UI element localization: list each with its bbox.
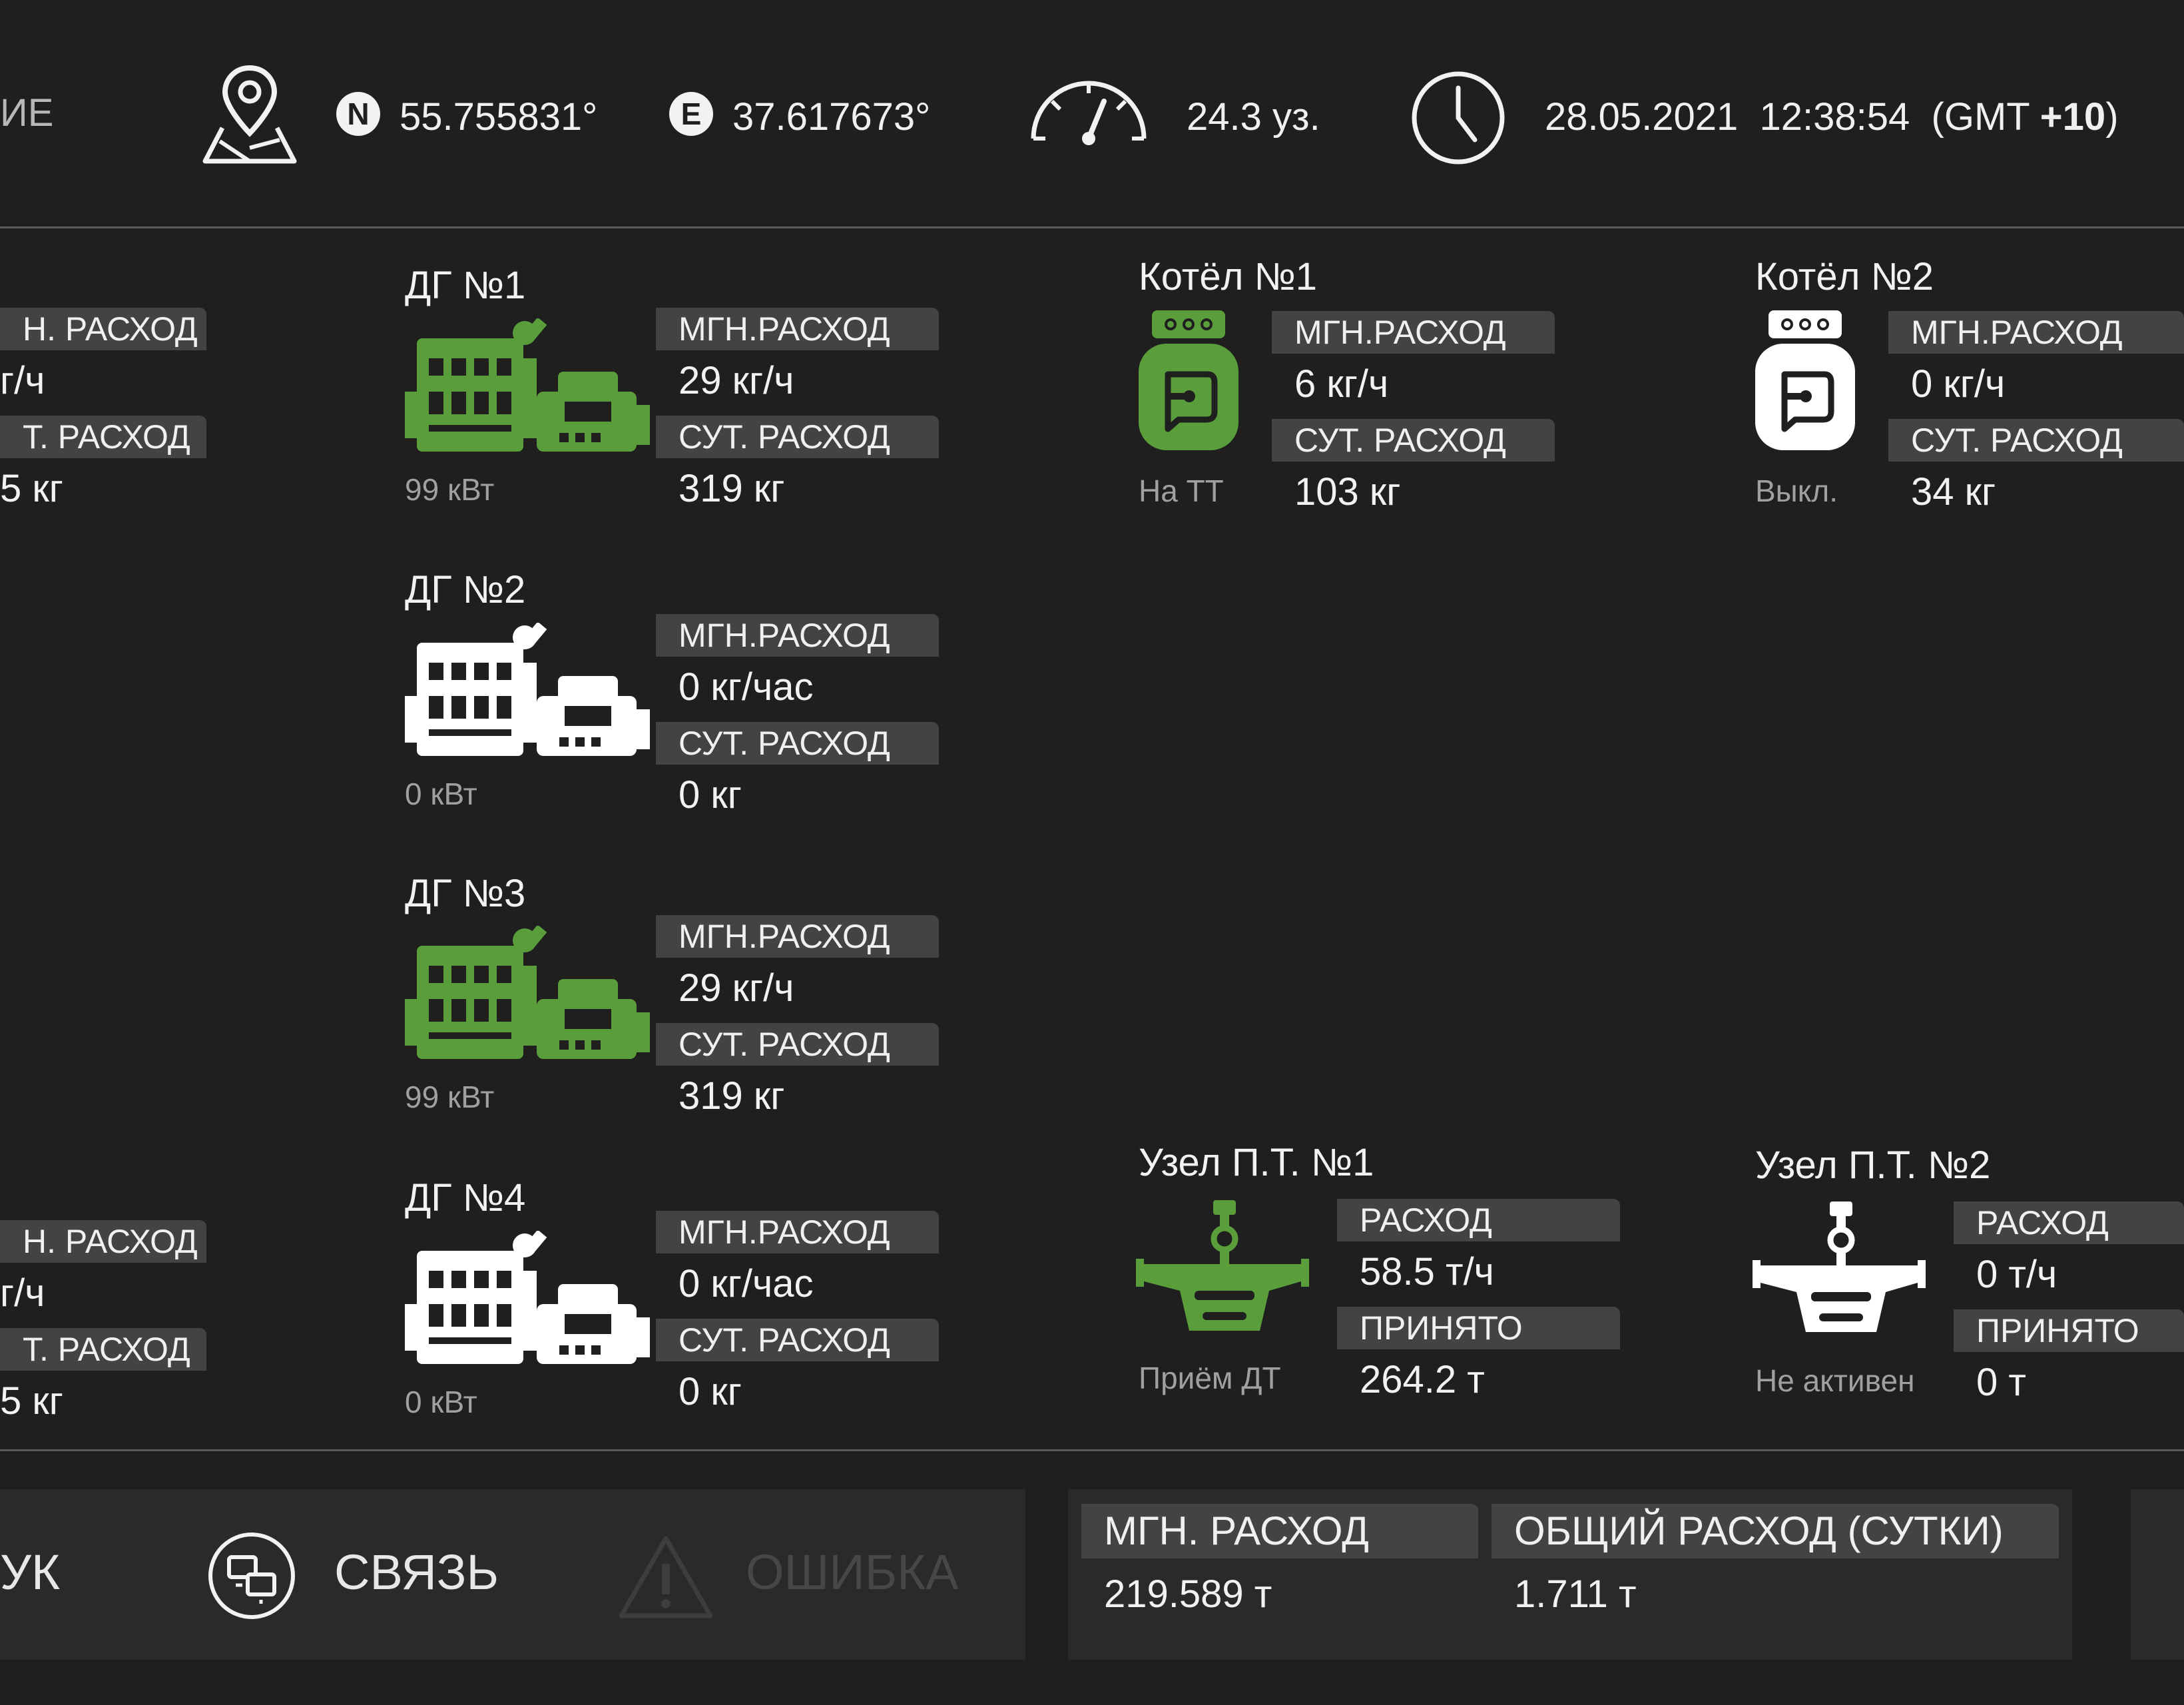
generator-4-icon[interactable] [405,1231,651,1371]
boiler-1-value-daily: 103 кг [1294,470,1401,513]
fuel-node-2-value-received: 0 т [1976,1361,2026,1404]
connection-label[interactable]: СВЯЗЬ [334,1544,499,1600]
longitude-group: E [669,92,713,136]
latitude-value: 55.755831° [400,95,598,139]
boiler-1-tag-daily: СУТ. РАСХОД [1272,419,1555,462]
generator-4-tag-instant: МГН.РАСХОД [656,1211,939,1253]
daily-total-tag: ОБЩИЙ РАСХОД (СУТКИ) [1492,1504,2059,1558]
generator-1-value-instant: 29 кг/ч [679,359,794,402]
fuel-node-2-status: Не активен [1755,1363,1915,1398]
fuel-node-2-icon[interactable] [1753,1199,1926,1345]
latitude-group: N [336,92,380,136]
generator-3-title: ДГ №3 [405,872,526,915]
boiler-2-icon[interactable] [1755,308,1855,454]
date-value: 28.05.2021 [1545,95,1739,139]
generator-4-value-instant: 0 кг/час [679,1262,814,1305]
generator-2-title: ДГ №2 [405,568,526,611]
boiler-2-tag-instant: МГН.РАСХОД [1888,311,2184,354]
north-badge: N [336,92,380,136]
generator-3-value-instant: 29 кг/ч [679,966,794,1010]
longitude-value: 37.617673° [732,95,931,139]
instant-consumption-tag: МГН. РАСХОД [1081,1504,1478,1558]
generator-4-title: ДГ №4 [405,1176,526,1219]
header-cut-label: ИЕ [0,91,54,135]
generator-3-icon[interactable] [405,926,651,1066]
header-divider [0,226,2184,228]
fuel-node-1-value-flow: 58.5 т/ч [1360,1250,1494,1293]
boiler-1-tag-instant: МГН.РАСХОД [1272,311,1555,354]
boiler-2-status: Выкл. [1755,474,1838,508]
generator-2-value-daily: 0 кг [679,773,742,817]
fuel-node-1-value-received: 264.2 т [1360,1358,1485,1401]
generator-4-power: 0 кВт [405,1385,477,1419]
generator-1-tag-daily: СУТ. РАСХОД [656,416,939,458]
generator-1-icon[interactable] [405,318,651,458]
generator-4-tag-daily: СУТ. РАСХОД [656,1319,939,1361]
fuel-node-2-title: Узел П.Т. №2 [1755,1144,1991,1187]
left-bottom-tag-daily: Т. РАСХОД [0,1328,206,1371]
generator-1-value-daily: 319 кг [679,467,785,510]
right-panel-edge [2131,1489,2184,1660]
generator-2-tag-daily: СУТ. РАСХОД [656,722,939,765]
generator-2-icon[interactable] [405,623,651,763]
boiler-1-value-instant: 6 кг/ч [1294,362,1389,406]
timezone-suffix: ) [2105,95,2119,139]
left-top-value-daily: 5 кг [0,467,63,510]
boiler-1-title: Котёл №1 [1139,255,1318,298]
error-label[interactable]: ОШИБКА [746,1544,959,1600]
left-top-tag-instant: Н. РАСХОД [0,308,206,350]
speedometer-icon [1031,81,1147,145]
fuel-node-1-status: Приём ДТ [1139,1361,1281,1395]
fuel-node-1-title: Узел П.Т. №1 [1139,1141,1374,1184]
generator-2-power: 0 кВт [405,777,477,811]
fuel-node-1-tag-received: ПРИНЯТО [1337,1307,1620,1349]
fuel-node-2-tag-flow: РАСХОД [1954,1201,2184,1244]
clock-icon [1412,71,1505,165]
speed-value: 24.3 уз. [1187,95,1320,139]
bottom-divider [0,1449,2184,1451]
fuel-node-1-tag-flow: РАСХОД [1337,1199,1620,1241]
generator-1-title: ДГ №1 [405,264,526,307]
generator-2-value-instant: 0 кг/час [679,665,814,709]
instant-consumption-value: 219.589 т [1104,1572,1272,1616]
left-top-tag-daily: Т. РАСХОД [0,416,206,458]
timezone-offset: +10 [2040,95,2106,139]
fuel-node-2-tag-received: ПРИНЯТО [1954,1309,2184,1352]
datetime: 28.05.2021 12:38:54 (GMT +10) [1545,95,2119,139]
generator-3-tag-instant: МГН.РАСХОД [656,915,939,958]
warning-icon[interactable] [616,1533,716,1621]
boiler-1-icon[interactable] [1139,308,1238,454]
left-bottom-value-daily: 5 кг [0,1379,63,1423]
fuel-node-1-icon[interactable] [1136,1197,1309,1344]
generator-4-value-daily: 0 кг [679,1370,742,1413]
generator-3-power: 99 кВт [405,1080,495,1114]
generator-1-power: 99 кВт [405,472,495,507]
generator-1-tag-instant: МГН.РАСХОД [656,308,939,350]
boiler-2-title: Котёл №2 [1755,255,1934,298]
timezone-prefix: (GMT [1931,95,2040,139]
generator-2-tag-instant: МГН.РАСХОД [656,614,939,657]
left-bottom-value-instant: г/ч [0,1271,45,1315]
fuel-node-2-value-flow: 0 т/ч [1976,1253,2057,1296]
connection-icon[interactable] [206,1531,297,1621]
status-cut-label: УК [0,1544,61,1600]
generator-3-value-daily: 319 кг [679,1074,785,1118]
daily-total-value: 1.711 т [1514,1572,1637,1616]
boiler-1-status: На ТТ [1139,474,1224,508]
boiler-2-value-instant: 0 кг/ч [1911,362,2006,406]
map-location-icon [202,65,297,164]
east-badge: E [669,92,713,136]
generator-3-tag-daily: СУТ. РАСХОД [656,1023,939,1066]
left-top-value-instant: г/ч [0,359,45,402]
left-bottom-tag-instant: Н. РАСХОД [0,1220,206,1263]
boiler-2-tag-daily: СУТ. РАСХОД [1888,419,2184,462]
time-value: 12:38:54 [1759,95,1910,139]
boiler-2-value-daily: 34 кг [1911,470,1996,513]
